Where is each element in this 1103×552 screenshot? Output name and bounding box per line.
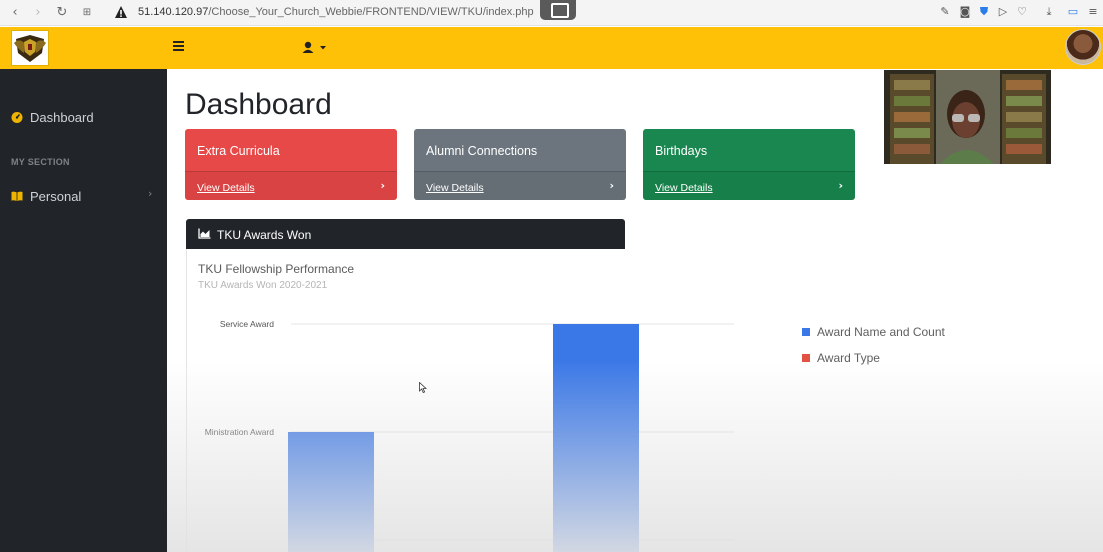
card-extra-curricula: Extra Curricula View Details ›	[185, 129, 397, 200]
y-tick-label: Ministration Award	[205, 427, 275, 437]
chevron-right-icon[interactable]: ›	[838, 179, 843, 192]
hamburger-icon[interactable]	[173, 41, 184, 51]
gauge-icon	[11, 112, 23, 123]
shield-icon[interactable]: ⛊	[977, 5, 991, 19]
card-title: Extra Curricula	[197, 144, 280, 158]
battery-icon[interactable]: ▭	[1066, 5, 1080, 19]
site-logo[interactable]	[11, 30, 49, 66]
heart-icon[interactable]: ♡	[1015, 5, 1029, 19]
url-host: 51.140.120.97	[138, 6, 209, 18]
reload-icon[interactable]: ↻	[53, 4, 71, 22]
card-footer: View Details ›	[185, 171, 397, 200]
edit-icon[interactable]: ✎	[938, 5, 952, 19]
menu-icon[interactable]: ≡	[1086, 5, 1100, 19]
card-title: Alumni Connections	[426, 144, 538, 158]
legend-swatch	[802, 328, 810, 336]
legend-label: Award Name and Count	[817, 325, 945, 339]
legend-label: Award Type	[817, 351, 880, 365]
top-navbar	[0, 27, 1103, 69]
card-birthdays: Birthdays View Details ›	[643, 129, 855, 200]
camera-icon[interactable]: ◙	[958, 5, 972, 19]
mouse-cursor-icon	[419, 382, 427, 393]
sidebar-item-personal[interactable]: Personal	[11, 189, 81, 207]
back-icon[interactable]: ‹	[6, 4, 24, 22]
chart-bar[interactable]	[288, 432, 374, 552]
download-icon[interactable]: ⤓	[1042, 5, 1056, 19]
awards-bar-chart: Service Award Ministration Award	[205, 319, 734, 552]
card-alumni-connections: Alumni Connections View Details ›	[414, 129, 626, 200]
chart-title: TKU Fellowship Performance	[198, 262, 355, 276]
grid-icon[interactable]: ⊞	[78, 4, 96, 22]
user-menu[interactable]	[302, 40, 330, 56]
sidebar-item-label: Dashboard	[30, 110, 94, 125]
browser-toolbar: ‹ › ↻ ⊞ 51.140.120.97/Choose_Your_Church…	[0, 0, 1103, 26]
card-footer: View Details ›	[643, 171, 855, 200]
view-details-link[interactable]: View Details	[197, 182, 255, 194]
card-title: Birthdays	[655, 144, 708, 158]
chevron-right-icon[interactable]: ›	[380, 179, 385, 192]
chevron-right-icon[interactable]: ›	[148, 187, 152, 200]
view-details-link[interactable]: View Details	[655, 182, 713, 194]
sidebar: Dashboard MY SECTION Personal ›	[0, 69, 167, 552]
picture-in-picture-button[interactable]	[540, 0, 576, 20]
chart-bar[interactable]	[553, 324, 639, 552]
webcam-video-overlay	[884, 70, 1051, 164]
chart-subtitle: TKU Awards Won 2020-2021	[198, 280, 328, 291]
sidebar-item-label: Personal	[30, 189, 82, 204]
view-details-link[interactable]: View Details	[426, 182, 484, 194]
y-tick-label: Service Award	[220, 319, 274, 329]
address-bar[interactable]: 51.140.120.97/Choose_Your_Church_Webbie/…	[138, 6, 534, 18]
legend-item[interactable]: Award Type	[802, 351, 880, 365]
sidebar-item-dashboard[interactable]: Dashboard	[11, 110, 94, 128]
page-title: Dashboard	[185, 88, 332, 121]
send-icon[interactable]: ▷	[996, 5, 1010, 19]
url-path: /Choose_Your_Church_Webbie/FRONTEND/VIEW…	[208, 6, 534, 18]
legend-item[interactable]: Award Name and Count	[802, 325, 945, 339]
sidebar-section-heading: MY SECTION	[11, 157, 70, 167]
user-icon	[302, 41, 326, 53]
book-icon	[11, 191, 23, 201]
chevron-right-icon[interactable]: ›	[609, 179, 614, 192]
warning-icon[interactable]	[114, 5, 128, 19]
avatar[interactable]	[1065, 29, 1101, 65]
chart-card-header: TKU Awards Won	[186, 219, 625, 249]
legend-swatch	[802, 354, 810, 362]
card-footer: View Details ›	[414, 171, 626, 200]
forward-icon[interactable]: ›	[29, 4, 47, 22]
chart-card-title: TKU Awards Won	[217, 228, 312, 242]
area-chart-icon	[198, 228, 211, 239]
